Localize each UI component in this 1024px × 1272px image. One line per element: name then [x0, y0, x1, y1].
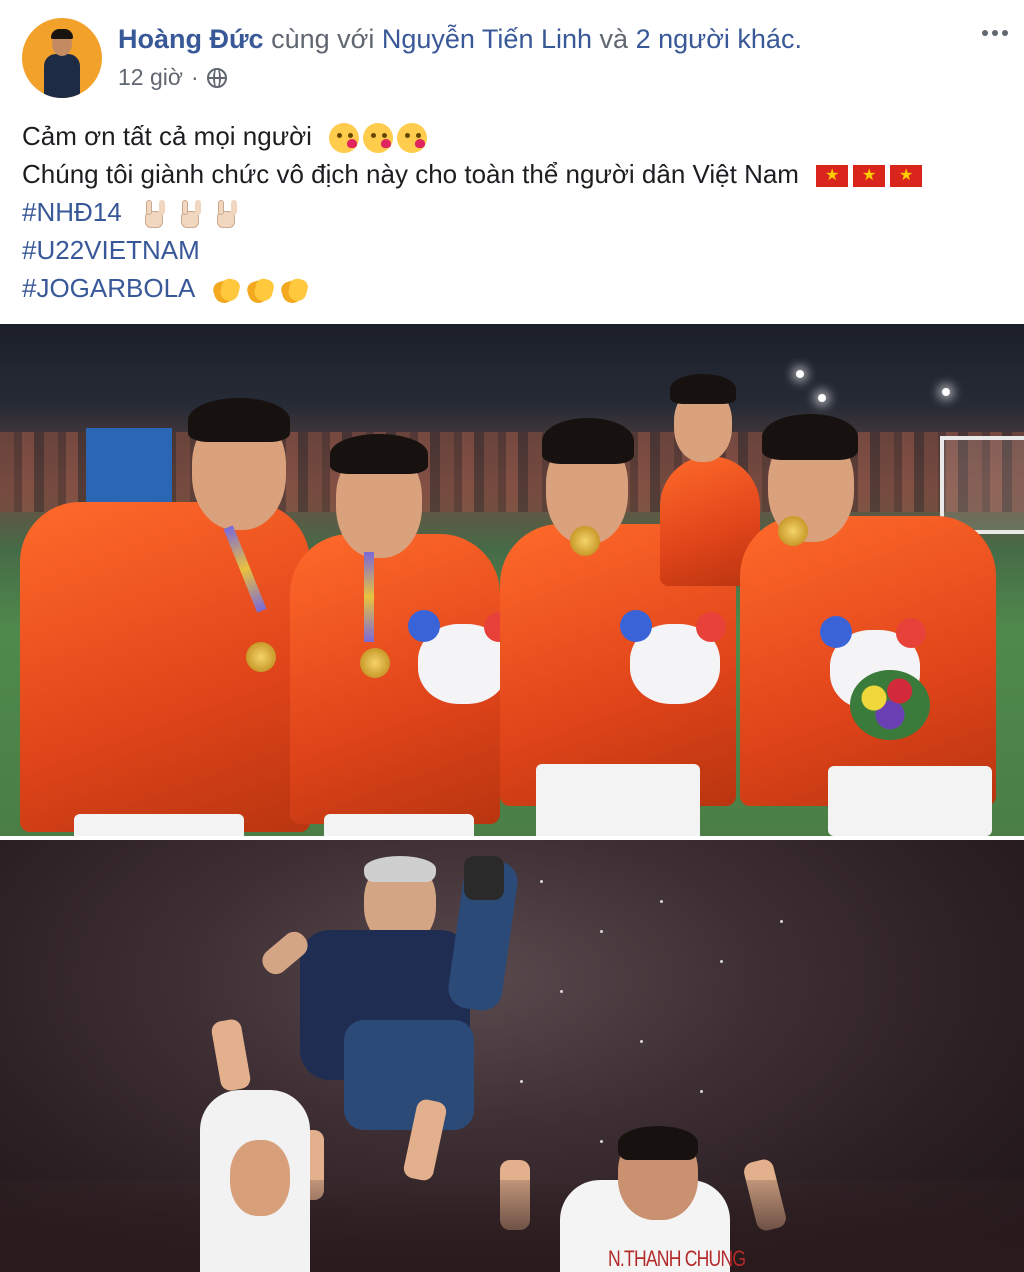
globe-icon[interactable] — [206, 67, 227, 88]
hashtag-u22vietnam-link[interactable]: #U22VIETNAM — [22, 235, 200, 265]
crowd-shape — [0, 1180, 1024, 1272]
vietnam-flag-icon — [853, 165, 886, 188]
player-figure — [740, 414, 1000, 836]
avatar-body-shape — [44, 54, 80, 98]
post-photo-coach-celebration[interactable] — [0, 840, 1024, 1272]
kiss-icon — [397, 123, 428, 154]
rock-hand-icon — [177, 199, 203, 229]
kiss-icon — [363, 123, 394, 154]
flower-bouquet-shape — [850, 670, 930, 740]
clapping-hands-icon — [245, 275, 275, 305]
post-meta: 12 giờ · — [118, 64, 227, 91]
post-line-4: #U22VIETNAM — [22, 231, 922, 269]
clapping-hands-icon — [211, 275, 241, 305]
tagged-person-link[interactable]: Nguyễn Tiến Linh — [382, 24, 592, 54]
kiss-icon — [329, 123, 360, 154]
stadium-light-shape — [818, 394, 826, 402]
post-line-2: Chúng tôi giành chức vô địch này cho toà… — [22, 155, 923, 193]
mascot-toy-shape — [620, 610, 726, 704]
more-options-icon[interactable] — [982, 30, 1008, 36]
post-line-5: #JOGARBOLA — [22, 269, 922, 307]
rock-hand-icon — [213, 199, 239, 229]
stadium-light-shape — [796, 370, 804, 378]
author-avatar[interactable] — [22, 18, 102, 98]
post-title-line: Hoàng Đức cùng với Nguyễn Tiến Linh và 2… — [118, 24, 802, 55]
vietnam-flag-icon — [816, 165, 849, 188]
post-body-text: Cảm ơn tất cả mọi người Chúng tôi giành … — [22, 117, 923, 307]
post-line-1: Cảm ơn tất cả mọi người — [22, 117, 922, 155]
post-line-3: #NHĐ14 — [22, 193, 922, 231]
vietnam-flag-icon — [890, 165, 923, 188]
rock-hand-icon — [141, 199, 167, 229]
author-name-link[interactable]: Hoàng Đức — [118, 24, 264, 54]
post-text-line1: Cảm ơn tất cả mọi người — [22, 121, 312, 151]
player-figure — [618, 1126, 698, 1160]
post-timestamp[interactable]: 12 giờ — [118, 64, 183, 91]
player-figure — [20, 384, 320, 836]
stadium-light-shape — [942, 388, 950, 396]
with-text: cùng với — [271, 24, 375, 54]
post-text-line2: Chúng tôi giành chức vô địch này cho toà… — [22, 159, 799, 189]
jersey-name-text: N.THANH CHUNG — [608, 1246, 746, 1271]
post-header: Hoàng Đức cùng với Nguyễn Tiến Linh và 2… — [0, 0, 1024, 110]
mascot-toy-shape — [408, 610, 514, 704]
others-link[interactable]: 2 người khác. — [636, 24, 802, 54]
player-figure — [230, 1140, 290, 1216]
hashtag-jogarbola-link[interactable]: #JOGARBOLA — [22, 273, 194, 303]
post-photo-team-medals[interactable] — [0, 324, 1024, 836]
avatar-hair-shape — [51, 29, 73, 39]
and-text: và — [599, 24, 629, 54]
hashtag-nhd14-link[interactable]: #NHĐ14 — [22, 197, 122, 227]
coach-figure — [257, 850, 521, 1140]
clapping-hands-icon — [279, 275, 309, 305]
meta-separator: · — [190, 64, 199, 90]
